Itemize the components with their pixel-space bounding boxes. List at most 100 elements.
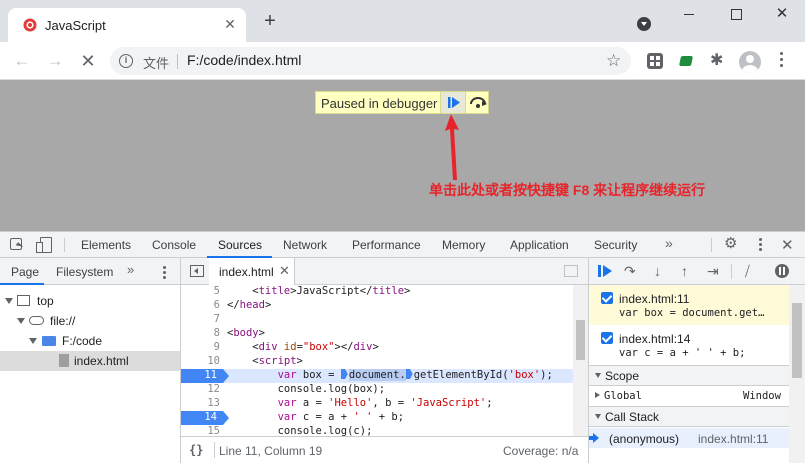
devtools-menu-icon[interactable] bbox=[759, 238, 762, 253]
code-line[interactable]: 14 var c = a + ' ' + b; bbox=[181, 411, 573, 425]
step-over-icon[interactable]: ↷ bbox=[624, 263, 640, 279]
line-number[interactable]: 8 bbox=[181, 327, 223, 341]
expand-triangle-icon[interactable] bbox=[5, 298, 13, 304]
tab-close-icon[interactable]: ✕ bbox=[222, 16, 238, 32]
line-number[interactable]: 9 bbox=[181, 341, 223, 355]
breakpoint-checkbox[interactable] bbox=[601, 292, 613, 304]
more-tabs-icon[interactable]: » bbox=[665, 235, 673, 251]
browser-tab[interactable]: JavaScript ✕ bbox=[8, 8, 246, 42]
code-line[interactable]: 9 <div id="box"></div> bbox=[181, 341, 573, 355]
address-bar[interactable]: i 文件 F:/code/index.html ☆ bbox=[110, 47, 631, 75]
code-area[interactable]: 5 <title>JavaScript</title> 6 </head> 7 8 <bo… bbox=[181, 285, 588, 436]
new-tab-button[interactable]: + bbox=[261, 11, 279, 31]
step-over-button[interactable] bbox=[465, 92, 489, 113]
inline-breakpoint-icon[interactable] bbox=[405, 369, 413, 379]
breakpoint-marker[interactable]: 11 bbox=[181, 369, 229, 383]
tree-item-top[interactable]: top bbox=[0, 291, 180, 311]
tab-security[interactable]: Security bbox=[594, 238, 637, 252]
resume-icon[interactable] bbox=[598, 263, 614, 279]
extension-flag-icon[interactable] bbox=[678, 56, 694, 66]
settings-gear-icon[interactable]: ⚙ bbox=[724, 236, 737, 252]
tab-application[interactable]: Application bbox=[510, 238, 569, 252]
navigator-more-icon[interactable]: » bbox=[127, 262, 134, 277]
extensions-puzzle-icon[interactable]: ✱ bbox=[710, 53, 726, 69]
line-number[interactable]: 13 bbox=[181, 397, 223, 411]
step-icon[interactable]: ⇥ bbox=[707, 263, 723, 279]
tab-network[interactable]: Network bbox=[283, 238, 327, 252]
collapse-triangle-icon[interactable] bbox=[595, 414, 601, 419]
line-number[interactable]: 10 bbox=[181, 355, 223, 369]
extension-grid-icon[interactable] bbox=[647, 53, 663, 69]
back-arrow-icon[interactable]: ← bbox=[12, 51, 32, 71]
callstack-section-header[interactable]: Call Stack bbox=[589, 406, 789, 427]
minimize-button[interactable] bbox=[679, 5, 699, 23]
step-into-icon[interactable]: ↓ bbox=[654, 263, 670, 279]
tab-elements[interactable]: Elements bbox=[81, 238, 131, 252]
window-close-button[interactable]: ✕ bbox=[772, 5, 792, 23]
debugger-scrollbar[interactable] bbox=[789, 285, 805, 463]
toggle-navigator-icon[interactable] bbox=[190, 265, 204, 277]
code-line[interactable]: 10 <script> bbox=[181, 355, 573, 369]
tree-label: top bbox=[37, 294, 54, 308]
forward-arrow-icon[interactable]: → bbox=[45, 51, 65, 71]
url-text[interactable]: F:/code/index.html bbox=[187, 52, 301, 68]
step-out-icon[interactable]: ↑ bbox=[681, 263, 697, 279]
code-line[interactable]: 12 console.log(box); bbox=[181, 383, 573, 397]
code-line[interactable]: 11 var box = document. getElementById('bo… bbox=[181, 369, 573, 383]
collapse-triangle-icon[interactable] bbox=[595, 373, 601, 378]
deactivate-breakpoints-icon[interactable]: ⧸ bbox=[745, 263, 761, 279]
navigator-menu-icon[interactable] bbox=[163, 266, 166, 281]
tree-item-file[interactable]: index.html bbox=[0, 351, 180, 371]
devtools-close-icon[interactable]: ✕ bbox=[781, 236, 794, 254]
expand-triangle-icon[interactable] bbox=[17, 318, 25, 324]
expand-triangle-icon[interactable] bbox=[595, 392, 600, 398]
scope-section-header[interactable]: Scope bbox=[589, 365, 789, 386]
line-number[interactable]: 6 bbox=[181, 299, 223, 313]
line-number[interactable]: 12 bbox=[181, 383, 223, 397]
breakpoint-marker[interactable]: 14 bbox=[181, 411, 229, 425]
code-line[interactable]: 8 <body> bbox=[181, 327, 573, 341]
tab-page[interactable]: Page bbox=[11, 265, 39, 279]
expand-triangle-icon[interactable] bbox=[29, 338, 37, 344]
breakpoint-item[interactable]: index.html:11 var box = document.get… bbox=[589, 285, 789, 325]
call-frame[interactable]: (anonymous) index.html:11 bbox=[589, 428, 789, 448]
editor-scrollbar[interactable] bbox=[573, 285, 588, 436]
code-line[interactable]: 13 var a = 'Hello', b = 'JavaScript'; bbox=[181, 397, 573, 411]
debugger-scrollbar-thumb[interactable] bbox=[792, 303, 802, 378]
breakpoint-item[interactable]: index.html:14 var c = a + ' ' + b; bbox=[589, 325, 789, 365]
bookmark-star-icon[interactable]: ☆ bbox=[606, 51, 621, 71]
line-number[interactable]: 7 bbox=[181, 313, 223, 327]
code-line[interactable]: 15 console.log(c); bbox=[181, 425, 573, 436]
breakpoint-checkbox[interactable] bbox=[601, 332, 613, 344]
code-line[interactable]: 7 bbox=[181, 313, 573, 327]
editor-scrollbar-thumb[interactable] bbox=[576, 320, 585, 360]
device-toolbar-icon[interactable] bbox=[36, 237, 52, 253]
line-number[interactable]: 15 bbox=[181, 425, 223, 436]
site-info-icon[interactable]: i bbox=[119, 54, 133, 68]
tab-search-icon[interactable] bbox=[637, 17, 651, 31]
stop-loading-icon[interactable]: ✕ bbox=[78, 51, 98, 71]
resume-button[interactable] bbox=[440, 92, 465, 113]
inline-breakpoint-icon[interactable] bbox=[340, 369, 348, 379]
inspect-element-icon[interactable] bbox=[10, 238, 22, 250]
frame-location[interactable]: index.html:11 bbox=[698, 432, 768, 446]
editor-tab-close-icon[interactable]: ✕ bbox=[279, 263, 290, 279]
tree-item-origin[interactable]: file:// bbox=[0, 311, 180, 331]
tab-console[interactable]: Console bbox=[152, 238, 196, 252]
pause-on-exceptions-icon[interactable] bbox=[775, 264, 789, 278]
profile-avatar[interactable] bbox=[739, 51, 761, 73]
tree-item-folder[interactable]: F:/code bbox=[0, 331, 180, 351]
toggle-debugger-icon[interactable] bbox=[564, 265, 578, 277]
line-number[interactable]: 5 bbox=[181, 285, 223, 299]
chrome-menu-icon[interactable] bbox=[780, 52, 784, 70]
tab-performance[interactable]: Performance bbox=[352, 238, 421, 252]
code-line[interactable]: 6 </head> bbox=[181, 299, 573, 313]
pretty-print-icon[interactable]: {} bbox=[189, 443, 203, 457]
scope-item-global[interactable]: Global Window bbox=[589, 386, 789, 406]
tab-memory[interactable]: Memory bbox=[442, 238, 485, 252]
tab-sources[interactable]: Sources bbox=[218, 238, 262, 252]
code-line[interactable]: 5 <title>JavaScript</title> bbox=[181, 285, 573, 299]
editor-file-tab[interactable]: index.html ✕ bbox=[209, 258, 295, 285]
maximize-button[interactable] bbox=[726, 5, 746, 23]
tab-filesystem[interactable]: Filesystem bbox=[56, 265, 113, 279]
